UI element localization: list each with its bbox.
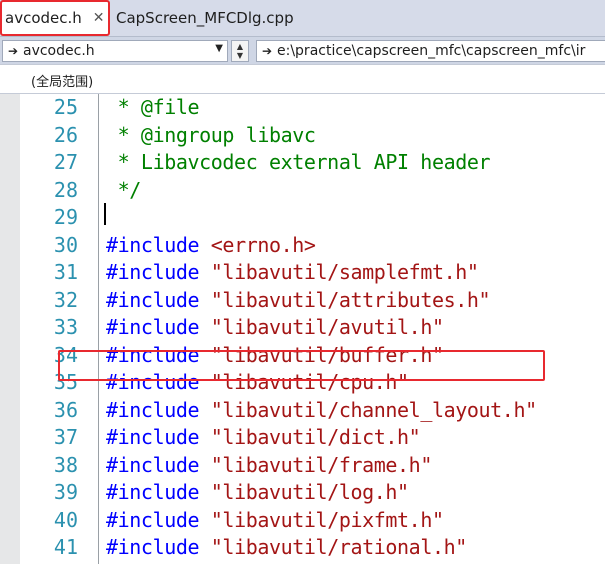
code-text: #include "libavutil/log.h" (106, 479, 409, 507)
line-number: 27 (53, 150, 78, 174)
code-line[interactable]: 37 #include "libavutil/dict.h" (0, 424, 605, 452)
code-text: #include "libavutil/samplefmt.h" (106, 259, 479, 287)
code-text: * @ingroup libavc (106, 122, 316, 150)
comment-token: * Libavcodec external API header (106, 150, 491, 174)
code-line[interactable]: 31 #include "libavutil/samplefmt.h" (0, 259, 605, 287)
comment-token: * @file (106, 95, 200, 119)
string-token: "libavutil/avutil.h" (210, 315, 444, 339)
code-text: #include "libavutil/dict.h" (106, 424, 421, 452)
code-line[interactable]: 39 #include "libavutil/log.h" (0, 479, 605, 507)
code-text: #include "libavutil/pixfmt.h" (106, 507, 444, 535)
comment-token: * @ingroup libavc (106, 122, 316, 147)
highlight-annotation-box (58, 350, 545, 381)
code-text: #include "libavutil/rational.h" (106, 534, 467, 562)
string-token: <errno.h> (210, 232, 316, 257)
string-token: "libavutil/pixfmt.h" (210, 507, 444, 532)
path-combo-value: e:\practice\capscreen_mfc\capscreen_mfc\… (277, 43, 586, 59)
line-number: 30 (53, 232, 78, 257)
line-number: 29 (53, 205, 78, 229)
code-line[interactable]: 40 #include "libavutil/pixfmt.h" (0, 507, 605, 535)
text-caret (104, 203, 106, 225)
scope-label: (全局范围) (31, 75, 94, 90)
close-icon[interactable]: ✕ (93, 10, 105, 26)
string-token: "libavutil/rational.h" (210, 535, 468, 559)
keyword-token: #include (106, 425, 211, 449)
line-number: 37 (53, 425, 78, 449)
keyword-token: #include (106, 535, 211, 559)
line-number: 33 (53, 315, 78, 339)
chevron-down-icon[interactable]: ▼ (215, 43, 223, 54)
line-number: 25 (53, 95, 78, 119)
line-number: 40 (53, 507, 78, 532)
code-text: #include "libavutil/attributes.h" (106, 287, 491, 315)
tab-capscreen-mfcdlg-cpp[interactable]: CapScreen_MFCDlg.cpp (116, 0, 294, 36)
tab-label: avcodec.h (5, 9, 82, 27)
string-token: "libavutil/dict.h" (210, 425, 421, 449)
code-line[interactable]: 26 * @ingroup libavc (0, 122, 605, 150)
code-text: #include "libavutil/channel_layout.h" (106, 397, 537, 425)
string-token: "libavutil/frame.h" (210, 452, 433, 477)
comment-token: */ (106, 177, 142, 202)
keyword-token: #include (106, 260, 211, 284)
code-editor[interactable]: 25 * @file 26 * @ingroup libavc 27 * Libav… (0, 94, 605, 564)
forward-arrow-icon: ➔ (7, 44, 19, 58)
keyword-token: #include (106, 287, 211, 312)
forward-arrow-icon: ➔ (261, 44, 273, 58)
scope-bar[interactable]: (全局范围) (0, 64, 605, 94)
code-text: #include <errno.h> (106, 232, 316, 260)
code-text: #include "libavutil/frame.h" (106, 452, 432, 480)
code-line[interactable]: 30 #include <errno.h> (0, 232, 605, 260)
code-line[interactable]: 38 #include "libavutil/frame.h" (0, 452, 605, 480)
code-line[interactable]: 25 * @file (0, 94, 605, 122)
line-number: 26 (53, 122, 78, 147)
keyword-token: #include (106, 507, 211, 532)
down-arrow-icon[interactable]: ▼ (237, 51, 243, 60)
code-line[interactable]: 32 #include "libavutil/attributes.h" (0, 287, 605, 315)
code-line[interactable]: 41 #include "libavutil/rational.h" (0, 534, 605, 562)
line-number: 39 (53, 480, 78, 504)
keyword-token: #include (106, 452, 211, 477)
string-token: "libavutil/samplefmt.h" (210, 260, 479, 284)
line-number: 32 (53, 287, 78, 312)
string-token: "libavutil/attributes.h" (210, 287, 491, 312)
code-line[interactable]: 33 #include "libavutil/avutil.h" (0, 314, 605, 342)
file-combo-value: avcodec.h (23, 43, 95, 59)
navigation-spinner[interactable]: ▲ ▼ (231, 40, 249, 62)
navigation-bar: ➔ avcodec.h ▼ ▲ ▼ ➔ e:\practice\capscree… (0, 36, 605, 64)
code-text: * @file (106, 94, 200, 122)
line-number: 36 (53, 397, 78, 422)
keyword-token: #include (106, 397, 211, 422)
keyword-token: #include (106, 480, 211, 504)
line-number: 28 (53, 177, 78, 202)
document-tab-strip: avcodec.h ✕ CapScreen_MFCDlg.cpp (0, 0, 605, 36)
code-line[interactable]: 28 */ (0, 177, 605, 205)
path-combo[interactable]: ➔ e:\practice\capscreen_mfc\capscreen_mf… (256, 40, 605, 62)
code-line[interactable]: 27 * Libavcodec external API header (0, 149, 605, 177)
file-combo[interactable]: ➔ avcodec.h ▼ (2, 40, 228, 62)
code-text: * Libavcodec external API header (106, 149, 491, 177)
tab-label: CapScreen_MFCDlg.cpp (116, 9, 294, 27)
code-editor-window: avcodec.h ✕ CapScreen_MFCDlg.cpp ➔ avcod… (0, 0, 605, 564)
line-number: 31 (53, 260, 78, 284)
string-token: "libavutil/channel_layout.h" (210, 397, 537, 422)
keyword-token: #include (106, 315, 211, 339)
code-line[interactable]: 29 (0, 204, 605, 232)
up-arrow-icon[interactable]: ▲ (237, 42, 243, 51)
tab-avcodec-h[interactable]: avcodec.h ✕ (0, 0, 110, 36)
code-text: #include "libavutil/avutil.h" (106, 314, 444, 342)
keyword-token: #include (106, 232, 211, 257)
string-token: "libavutil/log.h" (210, 480, 409, 504)
line-number: 38 (53, 452, 78, 477)
line-number: 41 (53, 535, 78, 559)
code-line[interactable]: 36 #include "libavutil/channel_layout.h" (0, 397, 605, 425)
code-text: */ (106, 177, 142, 205)
